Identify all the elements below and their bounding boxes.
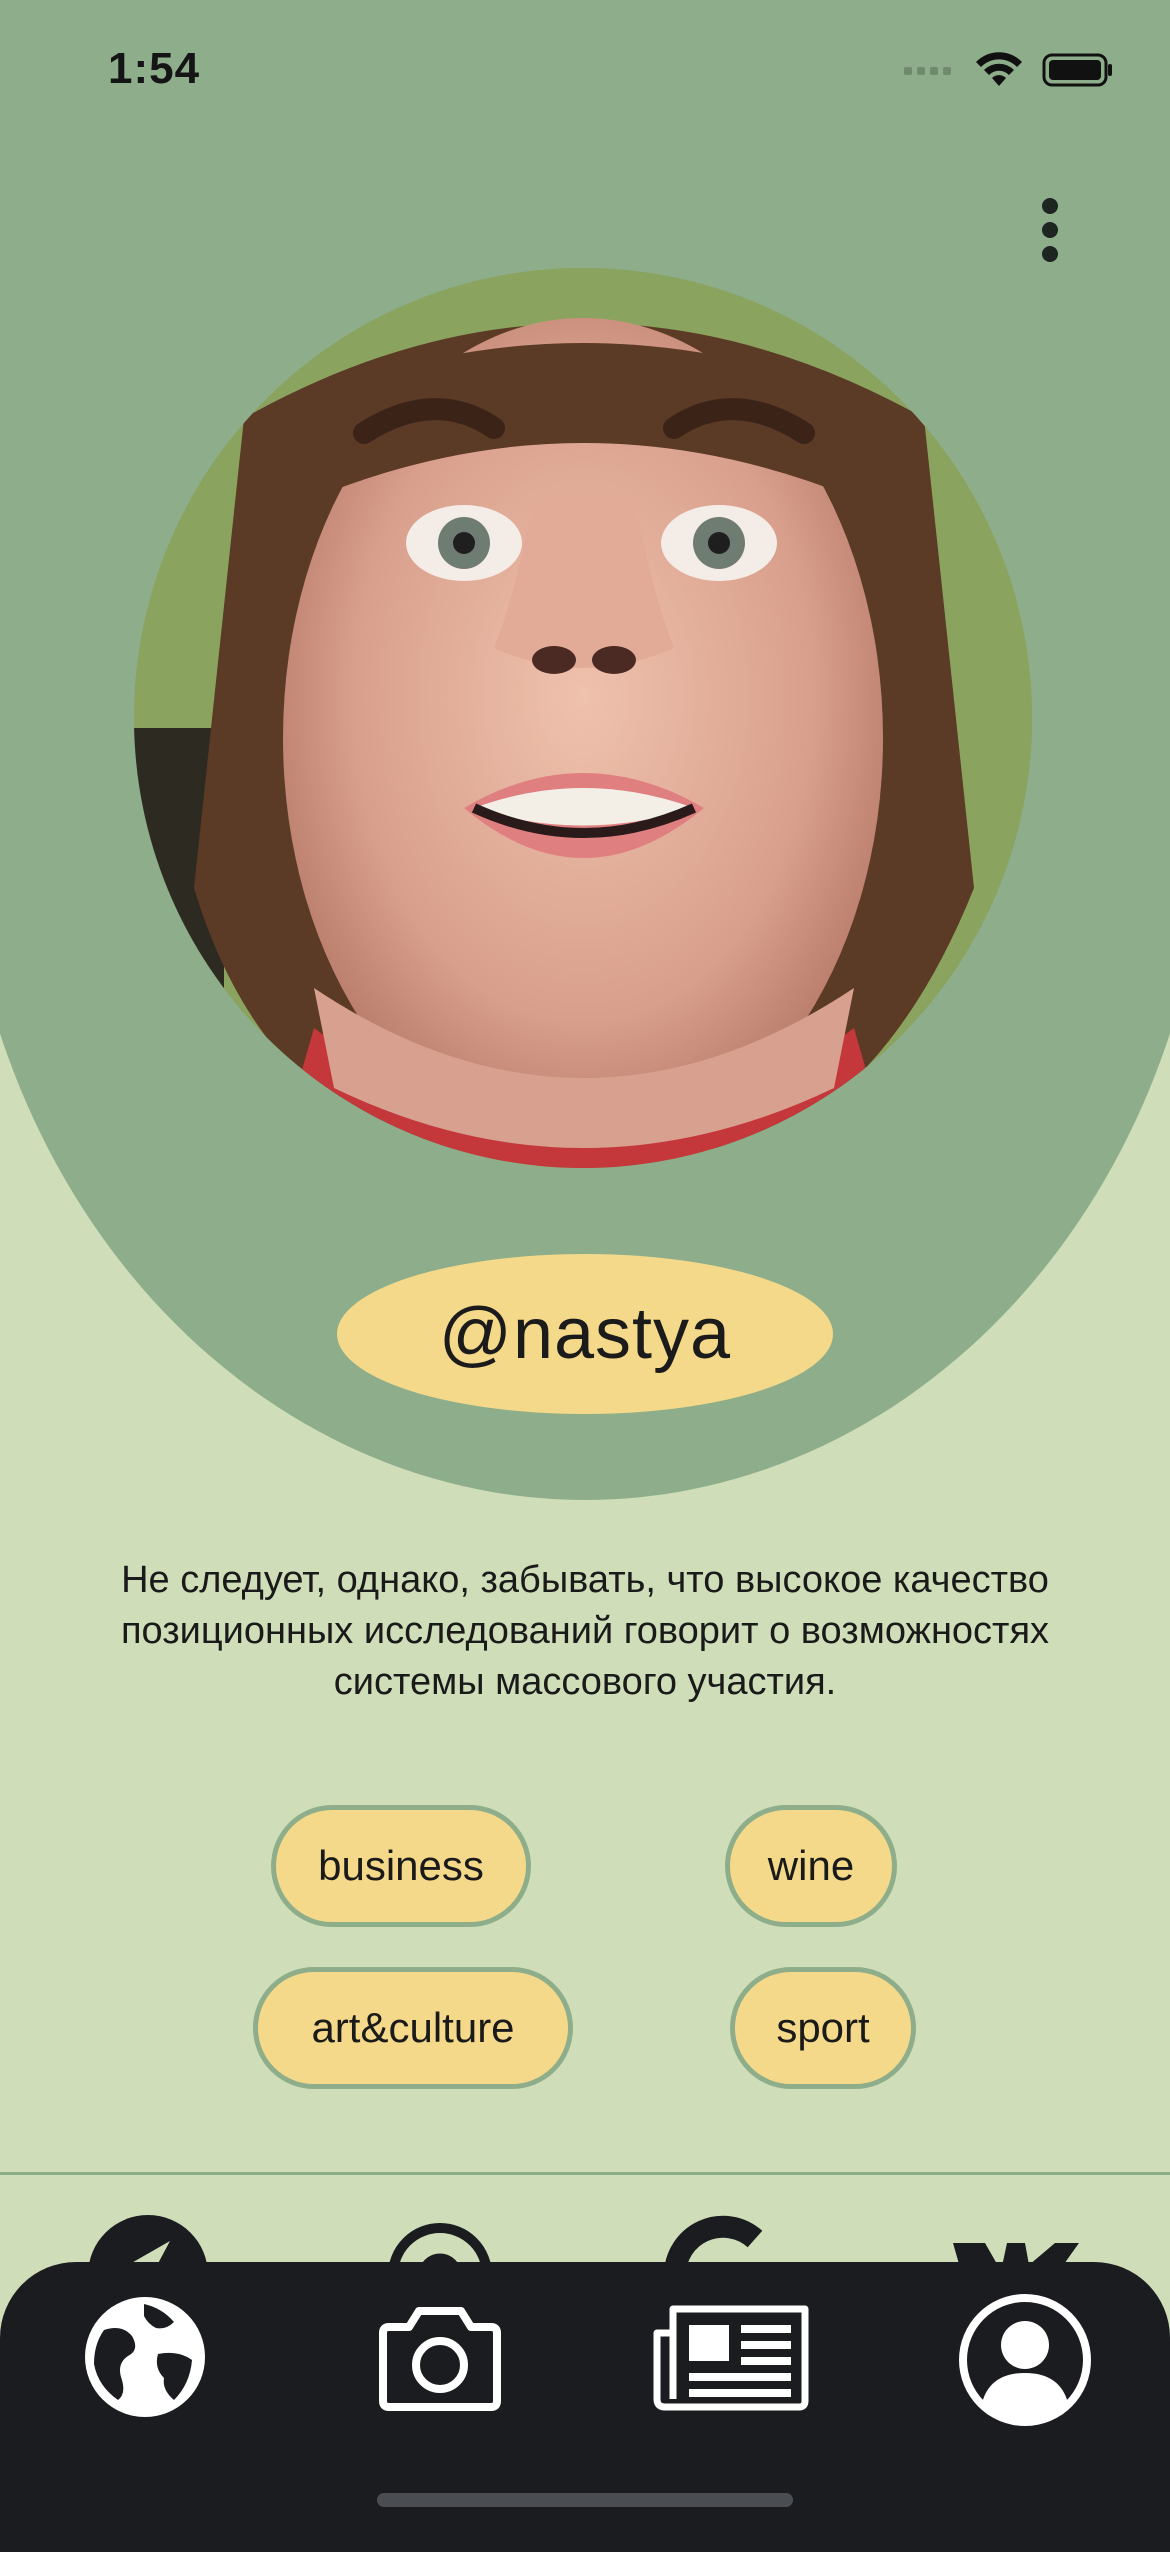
tab-explore[interactable] [80, 2292, 210, 2422]
bottom-tab-bar [0, 2262, 1170, 2552]
more-dot-icon [1042, 222, 1058, 238]
status-time: 1:54 [108, 44, 201, 93]
cellular-signal-icon [904, 67, 951, 75]
more-dot-icon [1042, 198, 1058, 214]
section-divider [0, 2172, 1170, 2175]
tag-wine[interactable]: wine [725, 1805, 897, 1927]
profile-avatar[interactable] [134, 268, 1032, 1168]
newspaper-icon [653, 2305, 809, 2411]
tag-business[interactable]: business [271, 1805, 531, 1927]
username-badge: @nastya [337, 1254, 833, 1414]
wifi-icon [976, 52, 1022, 86]
status-icons [904, 52, 1114, 88]
more-options-button[interactable] [1020, 190, 1080, 270]
battery-icon [1042, 53, 1112, 87]
tag-sport[interactable]: sport [730, 1967, 916, 2089]
profile-bio: Не следует, однако, забывать, что высоко… [120, 1559, 1050, 1703]
profile-icon [959, 2294, 1091, 2426]
tab-profile[interactable] [955, 2290, 1095, 2430]
tab-news[interactable] [650, 2292, 812, 2422]
avatar-photo [134, 268, 1032, 1168]
globe-icon [85, 2297, 205, 2417]
tag-art-culture[interactable]: art&culture [253, 1967, 573, 2089]
tab-camera[interactable] [375, 2292, 505, 2422]
camera-icon [379, 2307, 501, 2411]
home-indicator [377, 2493, 793, 2507]
more-dot-icon [1042, 246, 1058, 262]
